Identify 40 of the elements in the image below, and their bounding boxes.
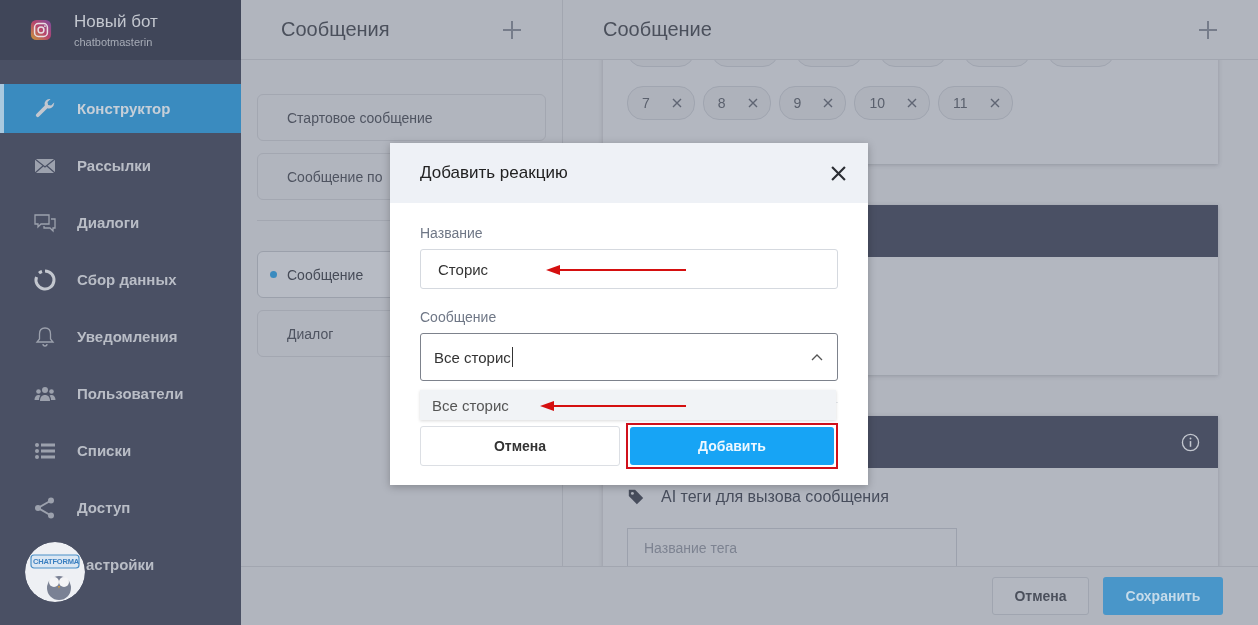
- ring-icon: [33, 267, 57, 292]
- dialog-title: Добавить реакцию: [420, 163, 568, 183]
- save-button[interactable]: Сохранить: [1103, 577, 1223, 615]
- chip-label: 7: [642, 95, 650, 111]
- chevron-icon: [811, 353, 823, 361]
- cancel-button[interactable]: Отмена: [420, 426, 620, 466]
- chip-label: 10: [869, 95, 885, 111]
- chip-label: 11: [952, 95, 968, 111]
- camera-icon: [30, 19, 52, 41]
- sidebar-item[interactable]: Сбор данных: [0, 255, 241, 304]
- section-title: AI теги для вызова сообщения: [661, 488, 889, 506]
- sidebar-item[interactable]: Уведомления: [0, 312, 241, 361]
- add-button[interactable]: Добавить: [630, 427, 834, 465]
- add-icon[interactable]: [502, 19, 522, 40]
- bot-name: Новый бот: [74, 12, 158, 32]
- name-field[interactable]: Сторис: [420, 249, 838, 289]
- sidebar-item[interactable]: Доступ: [0, 483, 241, 532]
- message-select[interactable]: Все сторис: [420, 333, 838, 381]
- info-icon[interactable]: [1181, 432, 1200, 452]
- sidebar-item[interactable]: Рассылки: [0, 141, 241, 190]
- sidebar-item[interactable]: Конструктор: [0, 84, 241, 133]
- sidebar-item[interactable]: астройки: [86, 540, 241, 589]
- message-item[interactable]: Стартовое сообщение: [257, 94, 546, 141]
- tag-icon: [627, 488, 645, 506]
- field-label: Сообщение: [420, 309, 498, 325]
- panel-title: Сообщение: [603, 18, 712, 41]
- share-icon: [33, 495, 57, 520]
- account-name: chatbotmasterin: [74, 36, 154, 48]
- add-icon[interactable]: [1198, 19, 1218, 40]
- chip-label: 9: [793, 95, 802, 111]
- cancel-button[interactable]: Отмена: [992, 577, 1089, 615]
- close-icon[interactable]: [831, 165, 846, 181]
- field-label: Название: [420, 225, 484, 241]
- sidebar-item[interactable]: Списки: [0, 426, 241, 475]
- bell-icon: [33, 324, 57, 349]
- sidebar-item[interactable]: Пользователи: [0, 369, 241, 418]
- dropdown-option[interactable]: Все сторис: [420, 390, 836, 420]
- chip-label: 8: [717, 95, 726, 111]
- panel-title: Сообщения: [281, 18, 390, 41]
- sidebar-item[interactable]: Диалоги: [0, 198, 241, 247]
